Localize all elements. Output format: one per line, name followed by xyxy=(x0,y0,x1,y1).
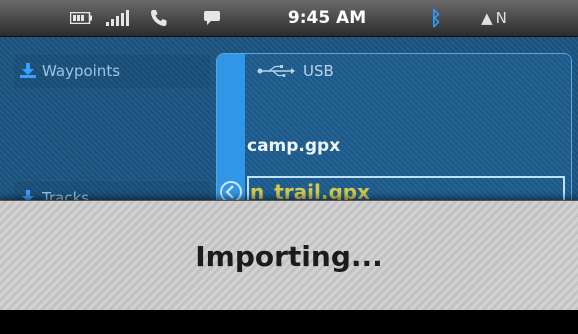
usb-header: USB xyxy=(257,60,334,82)
status-bar: 9:45 AM ᛒ ▲ N xyxy=(0,0,578,37)
usb-icon xyxy=(257,65,295,77)
usb-title: USB xyxy=(303,62,334,80)
file-item-camp[interactable]: camp.gpx xyxy=(247,136,340,156)
file-item-selected[interactable]: n_trail.gpx xyxy=(247,176,565,202)
importing-message: Importing... xyxy=(195,239,383,273)
category-list: Waypoints Tracks xyxy=(14,53,210,202)
importing-overlay: Importing... xyxy=(0,200,578,311)
bluetooth-icon: ᛒ xyxy=(430,6,442,30)
north-label: N xyxy=(495,9,507,27)
north-indicator: ▲ N xyxy=(474,0,514,36)
bottom-bar xyxy=(0,310,578,334)
download-icon xyxy=(20,63,42,79)
chat-icon xyxy=(200,0,224,36)
sidebar-item-label: Waypoints xyxy=(42,62,121,80)
sidebar-item-tracks[interactable]: Tracks xyxy=(14,180,210,202)
clock-time: 9:45 AM xyxy=(287,8,367,28)
back-arrow-icon[interactable] xyxy=(219,180,243,202)
phone-icon xyxy=(146,0,172,36)
signal-icon xyxy=(100,0,140,36)
battery-icon xyxy=(66,0,96,36)
import-browser: Waypoints Tracks USB camp.gpx n_trail.gp… xyxy=(0,37,578,202)
north-arrow-icon: ▲ xyxy=(481,9,493,27)
usb-file-panel: USB camp.gpx n_trail.gpx xyxy=(216,53,572,202)
sidebar-item-waypoints[interactable]: Waypoints xyxy=(14,53,210,88)
